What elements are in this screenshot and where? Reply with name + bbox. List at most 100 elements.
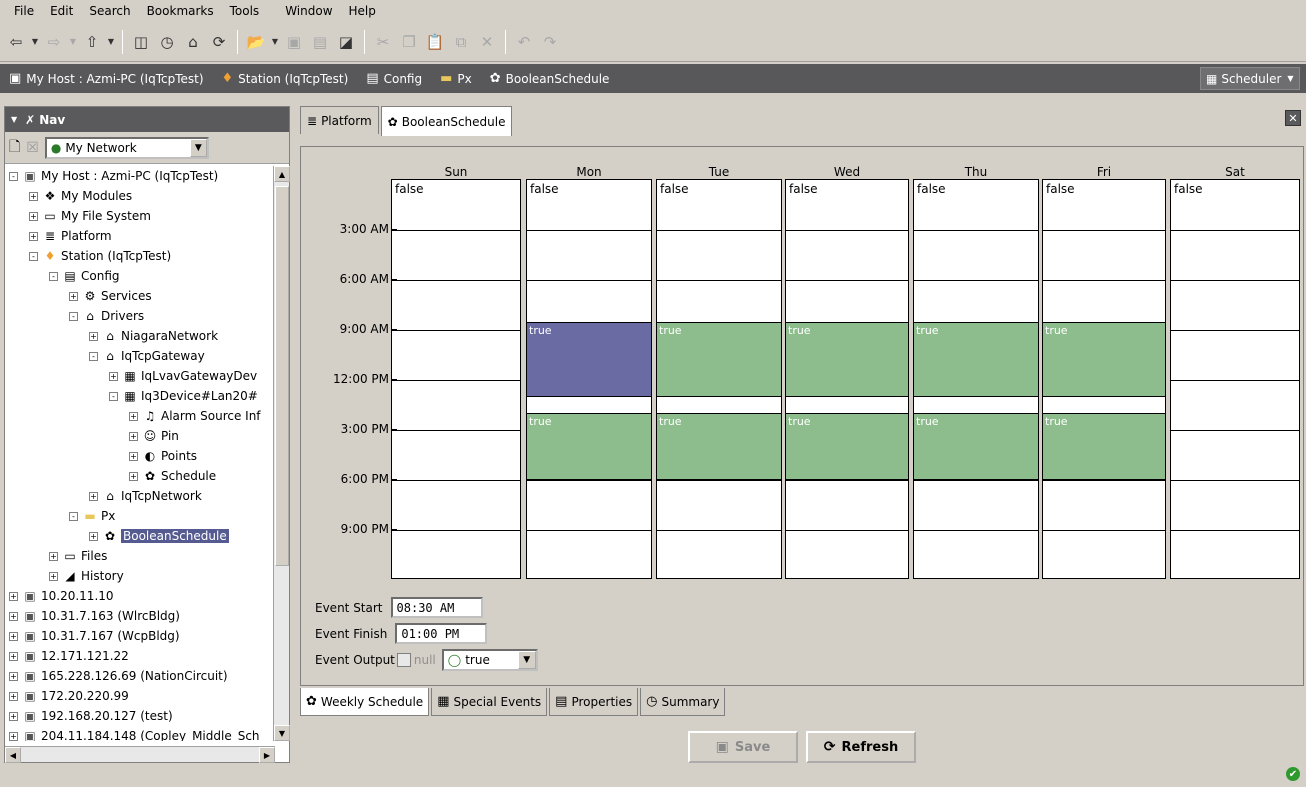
expand-icon[interactable]: + bbox=[89, 531, 98, 541]
up-dropdown-icon[interactable]: ▼ bbox=[106, 30, 116, 54]
tab-platform[interactable]: ≣ Platform bbox=[300, 106, 379, 134]
tree-node[interactable]: + ▣ 204.11.184.148 (Copley_Middle_Sch bbox=[9, 726, 260, 741]
nav-vertical-scrollbar[interactable]: ▲ ▼ bbox=[273, 166, 290, 741]
day-column[interactable]: false true true bbox=[656, 179, 782, 579]
expand-icon[interactable]: + bbox=[49, 551, 58, 561]
tree-node[interactable]: + ▭ Files bbox=[49, 546, 107, 566]
menu-search[interactable]: Search bbox=[81, 0, 138, 22]
save-icon[interactable]: ▣ bbox=[282, 30, 306, 54]
schedule-event[interactable]: true bbox=[786, 321, 908, 397]
back-icon[interactable]: ⇦ bbox=[4, 30, 28, 54]
tree-node[interactable]: + ✿ Schedule bbox=[129, 466, 216, 486]
tree-node[interactable]: + ▦ IqLvavGatewayDev bbox=[109, 366, 257, 386]
chevron-down-icon[interactable]: ▼ bbox=[517, 651, 536, 669]
tree-node[interactable]: + ◐ Points bbox=[129, 446, 197, 466]
collapse-icon[interactable]: - bbox=[29, 251, 38, 261]
tree-node[interactable]: + ◢ History bbox=[49, 566, 124, 586]
expand-icon[interactable]: + bbox=[69, 291, 78, 301]
home-icon[interactable]: ⌂ bbox=[181, 30, 205, 54]
output-value-select[interactable]: ◯ true ▼ bbox=[441, 649, 538, 671]
tree-node[interactable]: + ▣ 10.31.7.167 (WcpBldg) bbox=[9, 626, 180, 646]
schedule-event[interactable]: true bbox=[1043, 321, 1165, 397]
tree-node[interactable]: + ⚙ Services bbox=[69, 286, 152, 306]
back-dropdown-icon[interactable]: ▼ bbox=[30, 30, 40, 54]
nav-horizontal-scrollbar[interactable]: ◀ ▶ bbox=[5, 746, 275, 763]
tree-node[interactable]: + ❖ My Modules bbox=[29, 186, 132, 206]
tree-node[interactable]: + ≣ Platform bbox=[29, 226, 112, 246]
tree-node[interactable]: + ▣ 172.20.220.99 bbox=[9, 686, 129, 706]
up-level-icon[interactable]: ⇧ bbox=[80, 30, 104, 54]
tab-weekly-schedule[interactable]: ✿ Weekly Schedule bbox=[300, 688, 430, 716]
forward-icon[interactable]: ⇨ bbox=[42, 30, 66, 54]
tab-summary[interactable]: ◷ Summary bbox=[640, 688, 726, 716]
tree-node[interactable]: + ⌂ IqTcpNetwork bbox=[89, 486, 202, 506]
open-icon[interactable]: 📂 bbox=[244, 30, 268, 54]
tree-node[interactable]: - ⌂ Drivers bbox=[69, 306, 144, 326]
collapse-icon[interactable]: - bbox=[49, 271, 58, 281]
undo-icon[interactable]: ↶ bbox=[512, 30, 536, 54]
expand-icon[interactable]: + bbox=[89, 491, 98, 501]
scroll-left-icon[interactable]: ◀ bbox=[5, 747, 21, 763]
expand-icon[interactable]: + bbox=[9, 631, 18, 641]
paste-icon[interactable]: 📋 bbox=[423, 30, 447, 54]
collapse-icon[interactable]: - bbox=[89, 351, 98, 361]
tree-node[interactable]: + ▣ 10.31.7.163 (WlrcBldg) bbox=[9, 606, 180, 626]
breadcrumb-item[interactable]: ▬ Px bbox=[431, 71, 481, 86]
schedule-event[interactable]: true bbox=[657, 413, 781, 480]
scroll-thumb[interactable] bbox=[275, 186, 289, 566]
expand-icon[interactable]: + bbox=[29, 231, 38, 241]
scroll-right-icon[interactable]: ▶ bbox=[259, 747, 275, 763]
tree-node[interactable]: + ✿ BooleanSchedule bbox=[89, 526, 229, 546]
duplicate-icon[interactable]: ⧉ bbox=[449, 30, 473, 54]
collapse-icon[interactable]: - bbox=[69, 311, 78, 321]
menu-tools[interactable]: Tools bbox=[222, 0, 268, 22]
open-dropdown-icon[interactable]: ▼ bbox=[270, 30, 280, 54]
breadcrumb-item[interactable]: ▣ My Host : Azmi-PC (IqTcpTest) bbox=[0, 71, 213, 86]
refresh-button[interactable]: ⟳ Refresh bbox=[806, 731, 916, 763]
expand-icon[interactable]: + bbox=[49, 571, 58, 581]
event-start-field[interactable]: 08:30 AM bbox=[390, 597, 483, 618]
tree-node[interactable]: + ▣ 12.171.121.22 bbox=[9, 646, 129, 666]
null-checkbox[interactable] bbox=[396, 653, 411, 667]
expand-icon[interactable]: + bbox=[129, 431, 138, 441]
scroll-down-icon[interactable]: ▼ bbox=[274, 725, 290, 741]
schedule-event[interactable]: true bbox=[1043, 413, 1165, 480]
profile-dropdown[interactable]: ▦ Scheduler ▼ bbox=[1200, 67, 1300, 90]
schedule-event[interactable]: true bbox=[527, 321, 651, 397]
breadcrumb-item[interactable]: ▤ Config bbox=[357, 71, 431, 86]
schedule-event[interactable]: true bbox=[914, 413, 1038, 480]
menu-bookmarks[interactable]: Bookmarks bbox=[139, 0, 222, 22]
side-bar-icon[interactable]: ◫ bbox=[129, 30, 153, 54]
save-bog-icon[interactable]: ◪ bbox=[334, 30, 358, 54]
tree-node[interactable]: - ⌂ IqTcpGateway bbox=[89, 346, 205, 366]
day-column[interactable]: false true true bbox=[913, 179, 1039, 579]
menu-edit[interactable]: Edit bbox=[42, 0, 81, 22]
expand-icon[interactable]: + bbox=[9, 711, 18, 721]
history-icon[interactable]: ◷ bbox=[155, 30, 179, 54]
menu-help[interactable]: Help bbox=[341, 0, 384, 22]
day-column[interactable]: false true true bbox=[785, 179, 909, 579]
tree-node[interactable]: + ▣ 165.228.126.69 (NationCircuit) bbox=[9, 666, 228, 686]
cut-icon[interactable]: ✂ bbox=[371, 30, 395, 54]
nav-root-select[interactable]: ● My Network ▼ bbox=[44, 136, 209, 159]
expand-icon[interactable]: + bbox=[129, 471, 138, 481]
save-all-icon[interactable]: ▤ bbox=[308, 30, 332, 54]
day-column[interactable]: false true true bbox=[1042, 179, 1166, 579]
menu-file[interactable]: File bbox=[6, 0, 42, 22]
tree-node[interactable]: - ▣ My Host : Azmi-PC (IqTcpTest) bbox=[9, 166, 218, 186]
new-tree-icon[interactable]: 🗋 bbox=[9, 136, 20, 160]
expand-icon[interactable]: + bbox=[9, 611, 18, 621]
expand-icon[interactable]: + bbox=[29, 191, 38, 201]
event-finish-field[interactable]: 01:00 PM bbox=[395, 623, 488, 644]
tree-node[interactable]: + ⌂ NiagaraNetwork bbox=[89, 326, 218, 346]
delete-icon[interactable]: ✕ bbox=[475, 30, 499, 54]
expand-icon[interactable]: + bbox=[129, 451, 138, 461]
expand-icon[interactable]: + bbox=[9, 651, 18, 661]
tree-node[interactable]: - ▬ Px bbox=[69, 506, 115, 526]
forward-dropdown-icon[interactable]: ▼ bbox=[68, 30, 78, 54]
expand-icon[interactable]: + bbox=[89, 331, 98, 341]
schedule-event[interactable]: true bbox=[786, 413, 908, 480]
close-icon[interactable]: ✕ bbox=[1285, 110, 1301, 126]
tree-node[interactable]: + ☺ Pin bbox=[129, 426, 179, 446]
tree-node[interactable]: + ▣ 192.168.20.127 (test) bbox=[9, 706, 173, 726]
